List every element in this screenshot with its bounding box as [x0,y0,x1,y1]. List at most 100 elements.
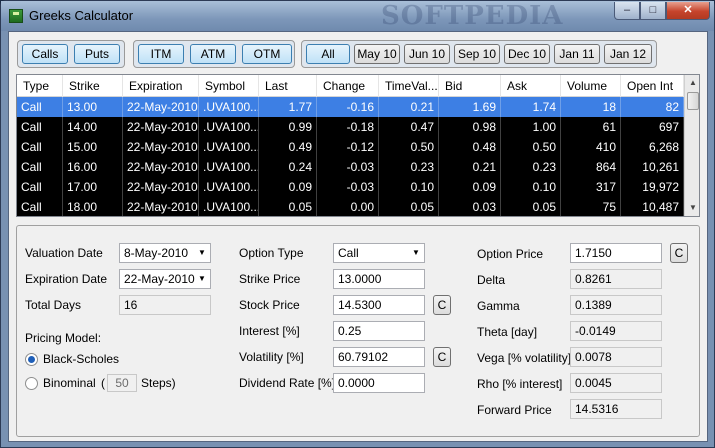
cell-bid: 0.09 [439,177,501,197]
valuation-date-label: Valuation Date [25,246,103,260]
total-days-label: Total Days [25,298,82,312]
expiration-date-picker[interactable]: 22-May-2010 ▼ [119,269,211,289]
type-filter-group: Calls Puts [17,40,125,68]
minimize-button[interactable]: – [614,2,640,20]
black-scholes-label[interactable]: Black-Scholes [43,352,119,366]
calls-filter-button[interactable]: Calls [22,44,68,64]
column-header-symbol[interactable]: Symbol [199,75,259,97]
strike-price-input[interactable]: 13.0000 [333,269,425,289]
options-grid[interactable]: Type Strike Expiration Symbol Last Chang… [16,74,700,217]
expiry-all-button[interactable]: All [306,44,350,64]
column-header-timeval[interactable]: TimeVal... [379,75,439,97]
column-header-type[interactable]: Type [17,75,63,97]
table-row[interactable]: Call 13.00 22-May-2010 .UVA100... 1.77 -0.16 0… [17,97,684,117]
option-price-input[interactable]: 1.7150 [570,243,662,263]
volatility-c-button[interactable]: C [433,347,451,367]
table-row[interactable]: Call 17.00 22-May-2010 .UVA100... 0.09 -0.03 0… [17,177,684,197]
puts-filter-button[interactable]: Puts [74,44,120,64]
table-row[interactable]: Call 14.00 22-May-2010 .UVA100... 0.99 -0.18 0… [17,117,684,137]
steps-field[interactable]: 50 [107,374,137,392]
dropdown-arrow-icon[interactable]: ▼ [194,244,210,262]
stock-price-input[interactable]: 14.5300 [333,295,425,315]
cell-change: -0.18 [317,117,379,137]
cell-symbol: .UVA100... [199,177,259,197]
column-header-expiration[interactable]: Expiration [123,75,199,97]
expiry-dec10-button[interactable]: Dec 10 [504,44,550,64]
expiry-sep10-button[interactable]: Sep 10 [454,44,500,64]
moneyness-filter-group: ITM ATM OTM [133,40,295,68]
table-row[interactable]: Call 16.00 22-May-2010 .UVA100... 0.24 -0.03 0… [17,157,684,177]
cell-last: 1.77 [259,97,317,117]
cell-timeval: 0.47 [379,117,439,137]
stock-price-c-button[interactable]: C [433,295,451,315]
valuation-date-picker[interactable]: 8-May-2010 ▼ [119,243,211,263]
binominal-label[interactable]: Binominal [43,376,96,390]
option-price-label: Option Price [477,247,544,261]
scroll-up-arrow-icon[interactable]: ▲ [685,75,699,91]
cell-expiration: 22-May-2010 [123,197,199,216]
column-header-ask[interactable]: Ask [501,75,561,97]
atm-filter-button[interactable]: ATM [190,44,236,64]
cell-symbol: .UVA100... [199,137,259,157]
option-price-c-button[interactable]: C [670,243,688,263]
expiry-jan12-button[interactable]: Jan 12 [604,44,652,64]
cell-strike: 13.00 [63,97,123,117]
volatility-input[interactable]: 60.79102 [333,347,425,367]
cell-bid: 0.48 [439,137,501,157]
cell-bid: 0.98 [439,117,501,137]
option-type-select[interactable]: Call ▼ [333,243,425,263]
expiry-jun10-button[interactable]: Jun 10 [404,44,450,64]
cell-type: Call [17,157,63,177]
cell-expiration: 22-May-2010 [123,117,199,137]
theta-label: Theta [day] [477,325,538,339]
interest-input[interactable]: 0.25 [333,321,425,341]
dividend-rate-input[interactable]: 0.0000 [333,373,425,393]
cell-open-int: 697 [621,117,684,137]
steps-label: Steps) [141,376,176,390]
cell-expiration: 22-May-2010 [123,157,199,177]
black-scholes-radio[interactable] [25,353,38,366]
delta-label: Delta [477,273,506,287]
cell-strike: 17.00 [63,177,123,197]
rho-field: 0.0045 [570,373,662,393]
dropdown-arrow-icon[interactable]: ▼ [408,244,424,262]
dropdown-arrow-icon[interactable]: ▼ [194,270,210,288]
title-bar: Greeks Calculator SOFTPEDIA – □ ✕ [1,1,714,31]
cell-bid: 0.21 [439,157,501,177]
column-header-volume[interactable]: Volume [561,75,621,97]
total-days-field: 16 [119,295,211,315]
cell-change: -0.03 [317,157,379,177]
scroll-down-arrow-icon[interactable]: ▼ [685,200,699,216]
volatility-label: Volatility [%] [239,350,304,364]
cell-ask: 0.50 [501,137,561,157]
column-header-last[interactable]: Last [259,75,317,97]
column-header-bid[interactable]: Bid [439,75,501,97]
column-header-open-int[interactable]: Open Int [621,75,684,97]
cell-timeval: 0.50 [379,137,439,157]
cell-strike: 16.00 [63,157,123,177]
stock-price-label: Stock Price [239,298,300,312]
cell-type: Call [17,117,63,137]
table-row[interactable]: Call 15.00 22-May-2010 .UVA100... 0.49 -0.12 0… [17,137,684,157]
expiry-may10-button[interactable]: May 10 [354,44,400,64]
cell-timeval: 0.21 [379,97,439,117]
cell-volume: 61 [561,117,621,137]
interest-label: Interest [%] [239,324,300,338]
otm-filter-button[interactable]: OTM [242,44,292,64]
cell-last: 0.49 [259,137,317,157]
cell-type: Call [17,97,63,117]
cell-volume: 410 [561,137,621,157]
close-button[interactable]: ✕ [666,2,710,20]
column-header-change[interactable]: Change [317,75,379,97]
scroll-thumb[interactable] [687,92,699,110]
grid-vertical-scrollbar[interactable]: ▲ ▼ [684,75,699,216]
itm-filter-button[interactable]: ITM [138,44,184,64]
maximize-button[interactable]: □ [640,2,666,20]
column-header-strike[interactable]: Strike [63,75,123,97]
gamma-field: 0.1389 [570,295,662,315]
expiry-jan11-button[interactable]: Jan 11 [554,44,600,64]
cell-ask: 0.05 [501,197,561,216]
strike-price-label: Strike Price [239,272,301,286]
table-row[interactable]: Call 18.00 22-May-2010 .UVA100... 0.05 0.00 0.… [17,197,684,216]
binominal-radio[interactable] [25,377,38,390]
